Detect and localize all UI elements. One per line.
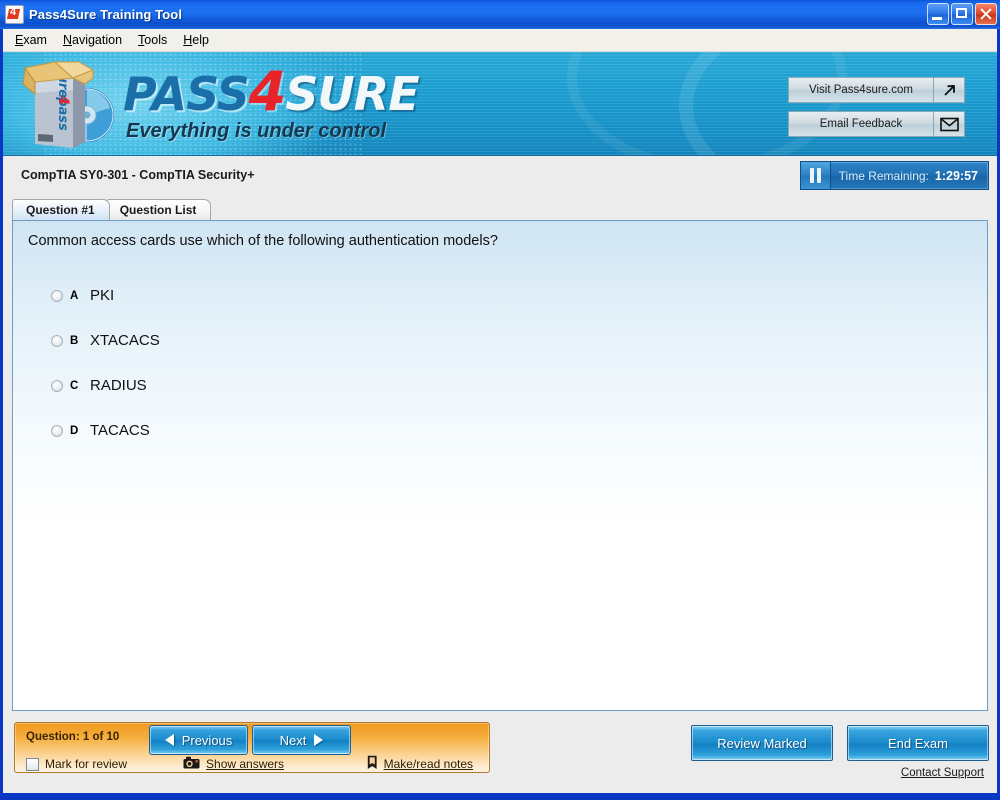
answer-text-d: TACACS xyxy=(90,422,150,439)
tab-question-list[interactable]: Question List xyxy=(105,199,212,220)
client-area: pass 4 sure PASS4SURE Everything is unde… xyxy=(3,52,997,793)
tab-question-1-label: Question #1 xyxy=(26,203,95,217)
window-title: Pass4Sure Training Tool xyxy=(29,7,183,22)
next-button[interactable]: Next xyxy=(252,725,351,755)
answer-option-d[interactable]: D TACACS xyxy=(51,408,967,453)
visit-website-button[interactable]: Visit Pass4sure.com xyxy=(788,77,965,103)
tab-strip: Question #1 Question List xyxy=(3,199,997,220)
pass4sure-logo-icon xyxy=(5,5,24,24)
pause-icon[interactable] xyxy=(800,162,831,189)
timer-body: Time Remaining: 1:29:57 xyxy=(831,162,988,189)
navigation-panel: Question: 1 of 10 Mark for review Show a… xyxy=(14,722,490,773)
question-text: Common access cards use which of the fol… xyxy=(28,233,498,249)
mark-for-review-checkbox[interactable] xyxy=(26,757,39,771)
next-button-label: Next xyxy=(279,732,307,748)
exam-action-buttons: Review Marked End Exam xyxy=(691,725,989,761)
menu-item-navigation[interactable]: Navigation xyxy=(56,31,131,50)
answer-options-list: A PKI B XTACACS C RADIUS D TACACS xyxy=(51,273,967,453)
prev-next-buttons: Previous Next xyxy=(149,725,351,755)
question-panel: Common access cards use which of the fol… xyxy=(12,220,988,711)
review-marked-button[interactable]: Review Marked xyxy=(691,725,833,761)
brand-banner: pass 4 sure PASS4SURE Everything is unde… xyxy=(3,52,997,156)
exam-header: CompTIA SY0-301 - CompTIA Security+ Time… xyxy=(3,156,997,199)
exam-title: CompTIA SY0-301 - CompTIA Security+ xyxy=(21,168,255,182)
radio-button-c[interactable] xyxy=(51,379,63,392)
menu-item-help[interactable]: Help xyxy=(176,31,218,50)
menu-item-exam[interactable]: Exam xyxy=(8,31,56,50)
answer-text-b: XTACACS xyxy=(90,332,160,349)
contact-support-link[interactable]: Contact Support xyxy=(901,767,984,779)
answer-option-a[interactable]: A PKI xyxy=(51,273,967,318)
radio-button-a[interactable] xyxy=(51,289,63,302)
previous-button[interactable]: Previous xyxy=(149,725,248,755)
answer-letter-b: B xyxy=(70,334,79,347)
close-button[interactable] xyxy=(975,3,997,25)
banner-action-buttons: Visit Pass4sure.com Email Feedback xyxy=(788,77,965,137)
email-feedback-label[interactable]: Email Feedback xyxy=(788,111,933,137)
navigation-options-row: Mark for review Show answers Make/read n… xyxy=(26,755,479,773)
timer-label: Time Remaining: xyxy=(838,168,929,183)
title-bar: Pass4Sure Training Tool xyxy=(0,0,1000,29)
radio-button-b[interactable] xyxy=(51,334,63,347)
show-answers-label: Show answers xyxy=(206,757,285,771)
logo-text-sure: SURE xyxy=(285,67,419,121)
answer-option-b[interactable]: B XTACACS xyxy=(51,318,967,363)
mark-for-review-label: Mark for review xyxy=(45,757,128,771)
menu-bar: Exam Navigation Tools Help xyxy=(3,29,997,52)
answer-option-c[interactable]: C RADIUS xyxy=(51,363,967,408)
timer-value: 1:29:57 xyxy=(934,168,978,183)
arrow-left-icon xyxy=(164,734,174,746)
end-exam-button[interactable]: End Exam xyxy=(847,725,989,761)
email-feedback-button[interactable]: Email Feedback xyxy=(788,111,965,137)
exam-timer: Time Remaining: 1:29:57 xyxy=(799,161,989,190)
question-counter: Question: 1 of 10 xyxy=(26,731,120,743)
minimize-button[interactable] xyxy=(927,3,949,25)
application-window: Pass4Sure Training Tool Exam Navigation … xyxy=(0,0,1000,800)
arrow-right-icon xyxy=(314,734,324,746)
software-box-cd-icon: pass 4 sure xyxy=(22,61,114,148)
note-icon xyxy=(367,755,378,773)
answer-letter-d: D xyxy=(70,424,79,437)
make-read-notes-link[interactable]: Make/read notes xyxy=(367,755,473,773)
tab-question-list-label: Question List xyxy=(119,203,197,217)
answer-text-c: RADIUS xyxy=(90,377,147,394)
bottom-bar: Question: 1 of 10 Mark for review Show a… xyxy=(3,711,997,781)
visit-website-label[interactable]: Visit Pass4sure.com xyxy=(788,77,933,103)
external-link-icon[interactable] xyxy=(933,77,965,103)
show-answers-link[interactable]: Show answers xyxy=(183,756,284,772)
answer-letter-a: A xyxy=(70,289,79,302)
envelope-icon[interactable] xyxy=(933,111,965,137)
tab-question-1[interactable]: Question #1 xyxy=(12,199,110,220)
answer-letter-c: C xyxy=(70,379,79,392)
maximize-button[interactable] xyxy=(951,3,973,25)
brand-wordmark: PASS4SURE xyxy=(123,65,523,122)
radio-button-d[interactable] xyxy=(51,424,63,437)
menu-item-tools[interactable]: Tools xyxy=(131,31,176,50)
window-controls xyxy=(927,3,997,25)
previous-button-label: Previous xyxy=(181,732,233,748)
logo-text-four: 4 xyxy=(248,60,287,123)
camera-icon xyxy=(183,756,200,772)
brand-tagline: Everything is under control xyxy=(126,120,387,142)
make-read-notes-label: Make/read notes xyxy=(383,757,473,771)
logo-text-pass: PASS xyxy=(123,67,250,121)
answer-text-a: PKI xyxy=(90,287,115,304)
